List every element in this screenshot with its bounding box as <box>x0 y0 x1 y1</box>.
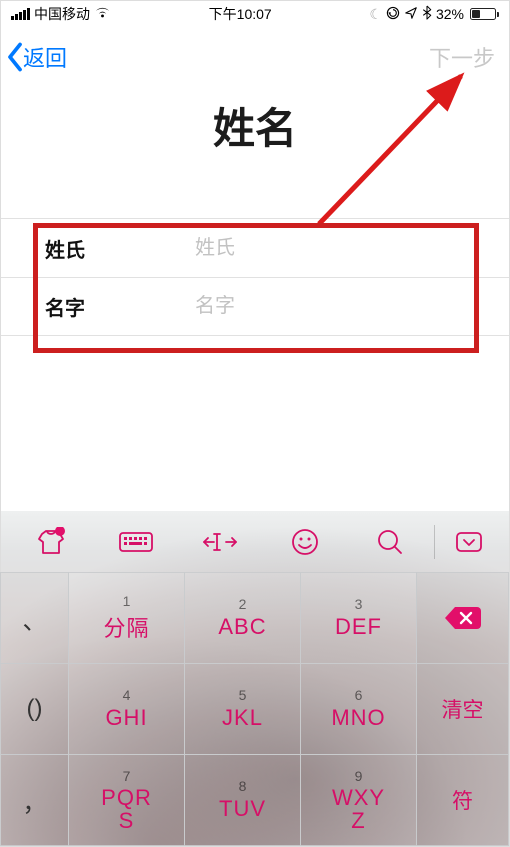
key-1[interactable]: 1分隔 <box>68 572 185 664</box>
signal-icon <box>11 8 30 20</box>
key-8-tuv[interactable]: 8TUV <box>184 754 301 846</box>
dnd-moon-icon: ☾ <box>369 6 382 23</box>
key-6-mno[interactable]: 6MNO <box>300 663 417 755</box>
key-clear[interactable]: 清空 <box>416 663 509 755</box>
lastname-label: 姓氏 <box>45 234 195 263</box>
clock: 下午10:07 <box>209 4 272 24</box>
key-comma[interactable]: ， <box>0 754 69 846</box>
next-button[interactable]: 下一步 <box>429 41 495 73</box>
keyboard: 、 1分隔 2ABC 3DEF () 4GHI 5JKL 6MNO 清空 ， 7… <box>1 511 509 846</box>
key-5-jkl[interactable]: 5JKL <box>184 663 301 755</box>
smiley-icon[interactable] <box>263 527 348 557</box>
backspace-icon <box>441 603 485 633</box>
carrier-label: 中国移动 <box>34 4 90 24</box>
lastname-row: 姓氏 <box>1 219 509 277</box>
location-icon <box>404 6 418 23</box>
back-button[interactable]: 返回 <box>5 41 67 73</box>
battery-percent: 32% <box>436 6 464 22</box>
key-backspace[interactable] <box>416 572 509 664</box>
cursor-icon[interactable] <box>178 529 263 555</box>
key-4-ghi[interactable]: 4GHI <box>68 663 185 755</box>
key-7-pqrs[interactable]: 7PQR S <box>68 754 185 846</box>
bluetooth-icon <box>422 5 432 23</box>
navbar: 返回 下一步 <box>1 27 509 87</box>
page-title: 姓名 <box>1 95 509 156</box>
firstname-input[interactable] <box>195 295 465 318</box>
shirt-icon[interactable] <box>9 527 94 557</box>
battery-icon <box>470 8 499 20</box>
firstname-label: 名字 <box>45 292 195 321</box>
key-2-abc[interactable]: 2ABC <box>184 572 301 664</box>
wifi-icon <box>94 6 111 23</box>
key-parentheses[interactable]: () <box>0 663 69 755</box>
firstname-row: 名字 <box>1 277 509 335</box>
keyboard-toolbar <box>1 511 509 573</box>
search-icon[interactable] <box>347 527 432 557</box>
orientation-lock-icon <box>386 6 400 23</box>
key-3-def[interactable]: 3DEF <box>300 572 417 664</box>
key-punct-dot[interactable]: 、 <box>0 572 69 664</box>
name-form: 姓氏 名字 <box>1 218 509 336</box>
collapse-icon[interactable] <box>437 528 501 556</box>
status-bar: 中国移动 下午10:07 ☾ 32% <box>1 1 509 27</box>
keyboard-grid: 、 1分隔 2ABC 3DEF () 4GHI 5JKL 6MNO 清空 ， 7… <box>1 573 509 846</box>
back-label: 返回 <box>23 41 67 73</box>
lastname-input[interactable] <box>195 237 465 260</box>
chevron-left-icon <box>5 42 25 72</box>
key-9-wxyz[interactable]: 9WXY Z <box>300 754 417 846</box>
keyboard-icon[interactable] <box>94 529 179 555</box>
key-symbol[interactable]: 符 <box>416 754 509 846</box>
